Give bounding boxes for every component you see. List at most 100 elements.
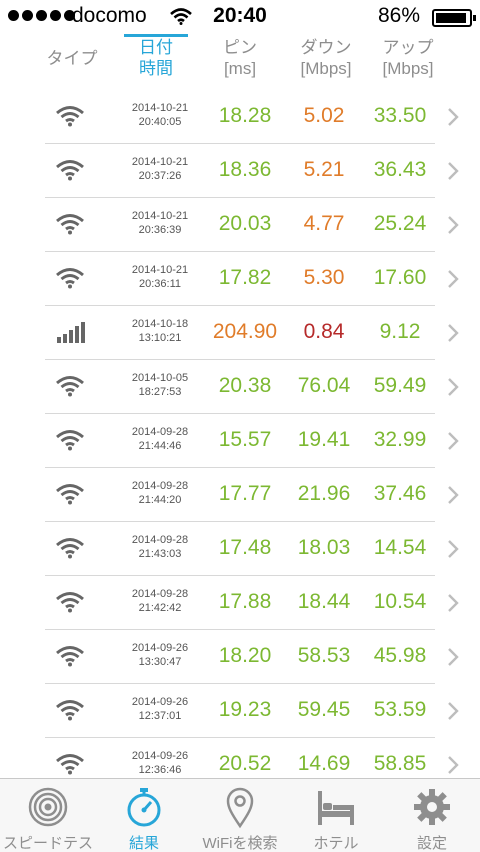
tab-label: 結果 — [128, 835, 159, 852]
result-date: 2014-09-26 — [131, 642, 189, 654]
tab-gear[interactable]: 設定 — [384, 779, 480, 852]
wifi-icon — [55, 482, 85, 506]
result-upload: 37.46 — [373, 482, 427, 505]
result-datetime: 2014-09-28 21:43:03 — [113, 533, 207, 561]
chevron-right-icon[interactable] — [446, 593, 460, 613]
result-download: 58.53 — [297, 644, 351, 667]
column-type[interactable]: タイプ — [40, 48, 104, 69]
result-row[interactable]: 2014-09-28 21:42:42 17.88 18.44 10.54 — [45, 576, 435, 630]
result-upload: 58.85 — [373, 752, 427, 775]
result-upload: 36.43 — [373, 158, 427, 181]
wifi-icon — [55, 266, 85, 290]
chevron-right-icon[interactable] — [446, 701, 460, 721]
tab-location-pin[interactable]: WiFiを検索 — [192, 779, 288, 852]
result-row[interactable]: 2014-10-21 20:40:05 18.28 5.02 33.50 — [45, 90, 435, 144]
wifi-icon — [55, 590, 85, 614]
result-ping: 20.38 — [218, 374, 272, 397]
result-upload: 59.49 — [373, 374, 427, 397]
wifi-icon — [55, 644, 85, 668]
column-download[interactable]: ダウン [Mbps] — [290, 37, 362, 79]
result-row[interactable]: 2014-10-05 18:27:53 20.38 76.04 59.49 — [45, 360, 435, 414]
tab-bed[interactable]: ホテル — [288, 779, 384, 852]
result-datetime: 2014-09-26 13:30:47 — [113, 641, 207, 669]
column-date[interactable]: 日付 時間 — [124, 34, 188, 79]
chevron-right-icon[interactable] — [446, 755, 460, 775]
result-row[interactable]: 2014-10-21 20:36:39 20.03 4.77 25.24 — [45, 198, 435, 252]
wifi-icon — [55, 698, 85, 722]
app-screen: docomo 20:40 86% タイプ 日付 時間 ピン [ms] ダウン [Mb… — [0, 0, 480, 852]
result-time: 21:42:42 — [138, 602, 182, 614]
result-upload: 33.50 — [373, 104, 427, 127]
status-bar: docomo 20:40 86% — [0, 0, 480, 34]
result-datetime: 2014-10-21 20:36:11 — [113, 263, 207, 291]
result-download: 21.96 — [297, 482, 351, 505]
result-date: 2014-10-21 — [131, 102, 189, 114]
tab-label: ホテル — [313, 835, 359, 852]
column-ping[interactable]: ピン [ms] — [208, 37, 272, 79]
result-download: 18.03 — [297, 536, 351, 559]
result-upload: 53.59 — [373, 698, 427, 721]
location-pin-icon — [216, 785, 264, 829]
chevron-right-icon[interactable] — [446, 539, 460, 559]
bed-icon — [312, 785, 360, 829]
results-list[interactable]: 2014-10-21 20:40:05 18.28 5.02 33.50 2014-10-… — [0, 90, 480, 778]
result-download: 76.04 — [297, 374, 351, 397]
chevron-right-icon[interactable] — [446, 431, 460, 451]
result-row[interactable]: 2014-09-26 13:30:47 18.20 58.53 45.98 — [45, 630, 435, 684]
result-time: 20:40:05 — [138, 116, 182, 128]
tab-stopwatch[interactable]: 結果 — [96, 779, 192, 852]
result-ping: 17.48 — [218, 536, 272, 559]
wifi-icon — [55, 158, 85, 182]
result-time: 12:37:01 — [138, 710, 182, 722]
result-row[interactable]: 2014-10-21 20:36:11 17.82 5.30 17.60 — [45, 252, 435, 306]
result-datetime: 2014-09-28 21:42:42 — [113, 587, 207, 615]
result-row[interactable]: 2014-09-28 21:44:20 17.77 21.96 37.46 — [45, 468, 435, 522]
chevron-right-icon[interactable] — [446, 647, 460, 667]
gear-icon — [408, 785, 456, 829]
battery-percentage: 86% — [377, 4, 420, 27]
result-download: 14.69 — [297, 752, 351, 775]
chevron-right-icon[interactable] — [446, 215, 460, 235]
result-row[interactable]: 2014-09-28 21:43:03 17.48 18.03 14.54 — [45, 522, 435, 576]
result-datetime: 2014-09-26 12:37:01 — [113, 695, 207, 723]
result-date: 2014-10-18 — [131, 318, 189, 330]
result-upload: 14.54 — [373, 536, 427, 559]
result-date: 2014-09-28 — [131, 480, 189, 492]
result-date: 2014-10-21 — [131, 210, 189, 222]
chevron-right-icon[interactable] — [446, 269, 460, 289]
result-row[interactable]: 2014-10-18 13:10:21 204.90 0.84 9.12 — [45, 306, 435, 360]
tab-label: 設定 — [416, 835, 447, 852]
result-row[interactable]: 2014-09-26 12:36:46 20.52 14.69 58.85 — [45, 738, 435, 778]
cellular-icon — [55, 320, 85, 344]
result-download: 19.41 — [297, 428, 351, 451]
result-row[interactable]: 2014-09-28 21:44:46 15.57 19.41 32.99 — [45, 414, 435, 468]
result-download: 59.45 — [297, 698, 351, 721]
column-upload[interactable]: アップ [Mbps] — [372, 37, 444, 79]
result-datetime: 2014-10-21 20:36:39 — [113, 209, 207, 237]
result-download: 4.77 — [303, 212, 345, 235]
result-time: 13:10:21 — [138, 332, 182, 344]
result-upload: 10.54 — [373, 590, 427, 613]
result-date: 2014-09-26 — [131, 696, 189, 708]
result-ping: 18.20 — [218, 644, 272, 667]
result-row[interactable]: 2014-09-26 12:37:01 19.23 59.45 53.59 — [45, 684, 435, 738]
chevron-right-icon[interactable] — [446, 485, 460, 505]
result-ping: 18.28 — [218, 104, 272, 127]
result-date: 2014-10-21 — [131, 156, 189, 168]
tab-label: WiFiを検索 — [202, 835, 278, 852]
result-row[interactable]: 2014-10-21 20:37:26 18.36 5.21 36.43 — [45, 144, 435, 198]
result-datetime: 2014-10-05 18:27:53 — [113, 371, 207, 399]
wifi-icon — [55, 428, 85, 452]
battery-icon — [432, 9, 476, 27]
tab-speedtest[interactable]: スピードテスト — [0, 779, 96, 852]
result-time: 21:43:03 — [138, 548, 182, 560]
result-datetime: 2014-10-21 20:37:26 — [113, 155, 207, 183]
result-time: 20:37:26 — [138, 170, 182, 182]
chevron-right-icon[interactable] — [446, 323, 460, 343]
chevron-right-icon[interactable] — [446, 377, 460, 397]
result-datetime: 2014-09-26 12:36:46 — [113, 749, 207, 777]
sort-indicator — [124, 34, 188, 37]
result-ping: 15.57 — [218, 428, 272, 451]
chevron-right-icon[interactable] — [446, 107, 460, 127]
chevron-right-icon[interactable] — [446, 161, 460, 181]
